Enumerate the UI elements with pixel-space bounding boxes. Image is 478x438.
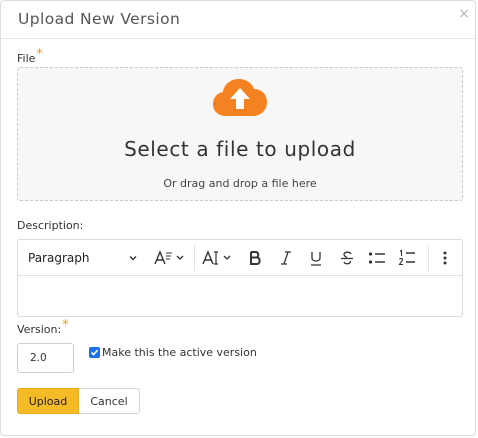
- more-options-button[interactable]: [436, 240, 454, 275]
- font-style-button[interactable]: [152, 240, 190, 275]
- active-version-checkbox[interactable]: [89, 346, 100, 358]
- cloud-upload-icon: [213, 79, 267, 116]
- description-content-area[interactable]: [18, 276, 462, 316]
- required-marker: *: [36, 47, 43, 62]
- more-options-icon: [443, 251, 447, 264]
- file-label-text: File: [17, 52, 36, 65]
- dialog-header: Upload New Version ×: [1, 1, 475, 39]
- description-label: Description:: [17, 219, 84, 232]
- dialog-title: Upload New Version: [18, 10, 181, 28]
- bold-icon: [250, 250, 261, 265]
- bulleted-list-button[interactable]: [365, 240, 389, 275]
- paragraph-dropdown[interactable]: Paragraph: [28, 240, 140, 275]
- file-label: File*: [17, 47, 43, 66]
- strikethrough-button[interactable]: [336, 240, 358, 275]
- file-dropzone[interactable]: Select a file to upload Or drag and drop…: [17, 67, 463, 201]
- bold-button[interactable]: [244, 240, 266, 275]
- toolbar-divider: [428, 245, 429, 271]
- checkmark-icon: [90, 349, 99, 356]
- cancel-button[interactable]: Cancel: [79, 388, 140, 414]
- dropzone-title: Select a file to upload: [124, 137, 356, 161]
- underline-button[interactable]: [305, 240, 327, 275]
- strikethrough-icon: [341, 251, 353, 264]
- italic-button[interactable]: [275, 240, 297, 275]
- italic-icon: [281, 250, 291, 265]
- editor-toolbar: Paragraph: [18, 240, 462, 276]
- paragraph-dropdown-label: Paragraph: [28, 250, 90, 265]
- upload-new-version-dialog: Upload New Version × File* Select a file…: [0, 0, 476, 436]
- font-size-icon: [202, 249, 231, 265]
- numbered-list-button[interactable]: [395, 240, 419, 275]
- dropzone-subtitle: Or drag and drop a file here: [163, 177, 317, 190]
- upload-button[interactable]: Upload: [17, 388, 79, 414]
- font-style-icon: [154, 249, 184, 264]
- underline-icon: [311, 251, 321, 266]
- version-label: Version:*: [17, 318, 69, 337]
- toolbar-divider: [194, 245, 195, 271]
- version-label-text: Version:: [17, 323, 62, 336]
- required-marker: *: [62, 318, 69, 333]
- font-size-button[interactable]: [200, 240, 238, 275]
- description-editor: Paragraph: [17, 239, 463, 317]
- chevron-down-icon: [129, 255, 137, 260]
- numbered-list-icon: [398, 248, 415, 265]
- active-version-option: Make this the active version: [89, 345, 257, 359]
- bulleted-list-icon: [368, 251, 385, 264]
- close-icon[interactable]: ×: [458, 7, 470, 21]
- active-version-label[interactable]: Make this the active version: [102, 346, 257, 359]
- version-input[interactable]: [17, 343, 74, 373]
